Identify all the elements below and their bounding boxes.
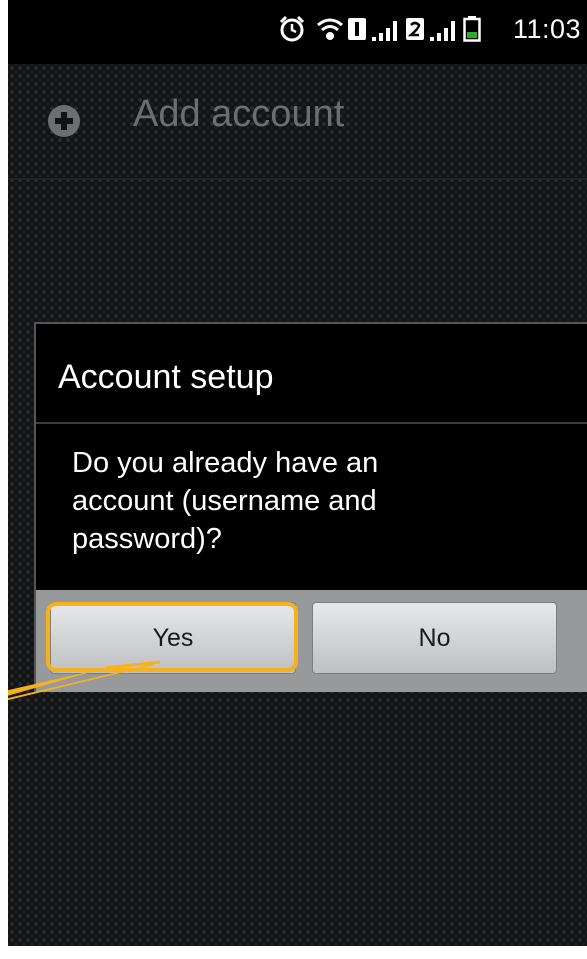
signal-icon [372, 21, 397, 41]
pointer-arrow-icon [0, 660, 161, 702]
status-time: 11:03 [512, 14, 581, 44]
dialog-title-divider [36, 422, 587, 424]
no-button[interactable]: No [312, 602, 557, 674]
dialog-message: Do you already have an account (username… [72, 447, 379, 555]
sim2-icon [406, 18, 424, 40]
alarm-icon [279, 16, 305, 42]
frame-bottom-edge [0, 946, 587, 959]
action-bar-add-account[interactable]: Add account [8, 64, 587, 178]
battery-icon [463, 16, 481, 42]
signal-icon [430, 21, 455, 41]
android-screen: 11:03 Add account Account setup Do you a… [0, 0, 587, 959]
status-bar: 11:03 [8, 0, 587, 64]
frame-left-edge [0, 0, 8, 959]
action-bar-divider [8, 178, 587, 180]
add-circle-icon [48, 105, 80, 137]
wifi-icon [317, 18, 343, 40]
add-account-title: Add account [133, 93, 345, 135]
sim1-icon [348, 18, 366, 40]
dialog-title: Account setup [58, 358, 274, 396]
